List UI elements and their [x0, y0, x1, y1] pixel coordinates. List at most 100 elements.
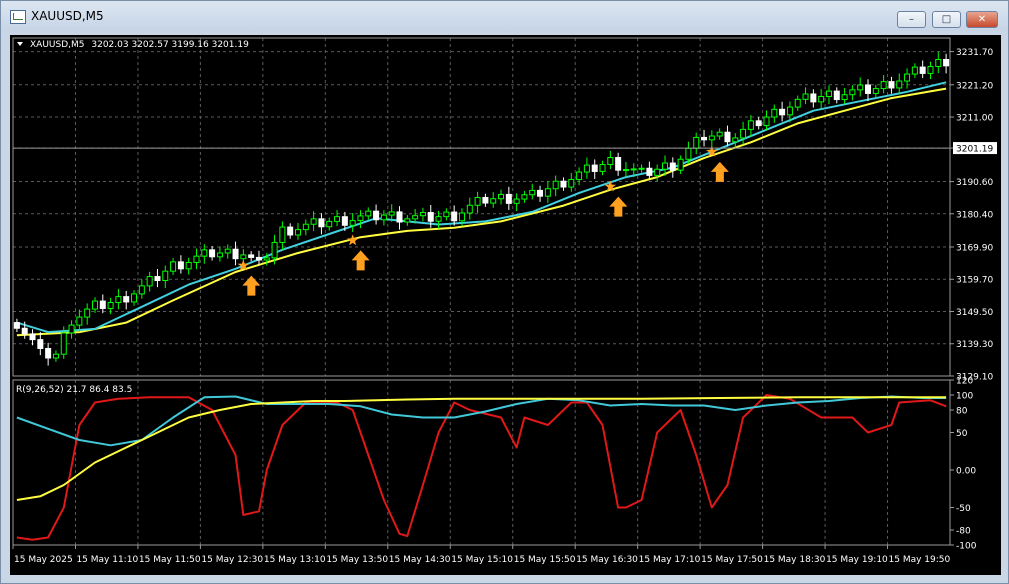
- candle: [162, 265, 169, 289]
- candle: [740, 121, 747, 145]
- candle-body: [833, 90, 840, 101]
- candle-body: [537, 189, 544, 197]
- candle-body: [779, 108, 786, 116]
- candle: [818, 88, 825, 109]
- candle-body: [841, 94, 848, 101]
- maximize-button[interactable]: □: [932, 11, 961, 28]
- candle-body: [513, 198, 520, 204]
- price-tick-label: 3221.20: [956, 81, 993, 91]
- candle-body: [599, 163, 606, 172]
- candle-body: [427, 212, 434, 222]
- candle-body: [552, 180, 559, 190]
- panel-frames: [12, 37, 951, 546]
- candle-body: [818, 95, 825, 103]
- candle-body: [60, 332, 67, 355]
- candle-body: [802, 93, 809, 100]
- candle: [177, 255, 184, 274]
- fast-ma-line: [16, 81, 947, 334]
- price-candles: [13, 51, 950, 366]
- candle: [529, 183, 536, 200]
- candle: [521, 190, 528, 203]
- candle-body: [755, 120, 762, 127]
- candle: [443, 208, 450, 221]
- candle: [716, 128, 723, 140]
- candle-body: [451, 211, 458, 222]
- candle: [857, 77, 864, 97]
- candle: [646, 161, 653, 181]
- indicator-tick-label: 120: [956, 377, 973, 387]
- candle: [669, 157, 676, 178]
- candle: [287, 223, 294, 239]
- time-tick-label: 15 May 13:10: [264, 555, 326, 565]
- symbol-dropdown-icon[interactable]: [17, 42, 23, 46]
- candle-body: [544, 188, 551, 197]
- candle-body: [482, 197, 489, 204]
- candle-body: [295, 229, 302, 236]
- candle: [232, 241, 239, 266]
- indicator-label: R(9,26,52) 21.7 86.4 83.5: [16, 385, 132, 395]
- candle: [99, 294, 106, 314]
- candle-body: [349, 220, 356, 226]
- candle-body: [911, 66, 918, 75]
- cyan-indicator-line: [16, 395, 947, 447]
- candle: [544, 181, 551, 203]
- window-title: XAUUSD,M5: [31, 9, 104, 23]
- candle-body: [146, 276, 153, 287]
- candle: [888, 76, 895, 94]
- candle-body: [271, 241, 278, 259]
- candle-body: [865, 84, 872, 94]
- candle: [708, 130, 715, 148]
- candle: [357, 210, 364, 229]
- candle: [638, 164, 645, 173]
- candle: [490, 192, 497, 208]
- candle-body: [685, 147, 692, 160]
- candle: [107, 297, 114, 315]
- candle: [576, 167, 583, 186]
- candle-body: [583, 164, 590, 173]
- candle-body: [630, 168, 637, 171]
- close-button[interactable]: ✕: [966, 11, 998, 28]
- time-tick-label: 15 May 13:50: [326, 555, 388, 565]
- time-tick-label: 15 May 11:10: [76, 555, 138, 565]
- candle-body: [131, 293, 138, 303]
- candle-body: [724, 131, 731, 143]
- candle-body: [84, 308, 91, 318]
- candle: [326, 217, 333, 231]
- indicator-tick-label: -80: [956, 527, 971, 537]
- candle-body: [568, 179, 575, 188]
- candle: [919, 60, 926, 79]
- title-bar[interactable]: XAUUSD,M5 – □ ✕: [1, 1, 1008, 31]
- candle: [880, 74, 887, 94]
- candle-body: [115, 296, 122, 304]
- candle: [537, 185, 544, 202]
- candle: [131, 290, 138, 306]
- candle-body: [404, 218, 411, 223]
- candle-body: [138, 285, 145, 295]
- candle-body: [287, 226, 294, 236]
- candle-body: [216, 252, 223, 258]
- indicator-panel-frame: [12, 379, 951, 546]
- up-arrow-icon: [710, 161, 729, 182]
- time-tick-label: 15 May 17:10: [639, 555, 701, 565]
- candle: [943, 53, 950, 74]
- price-tick-label: 3139.30: [956, 340, 993, 350]
- candle: [896, 73, 903, 95]
- chart-canvas[interactable]: 3231.70 3221.20 3211.00 3201.19 3190.60 3180.…: [10, 35, 1001, 575]
- candle: [84, 303, 91, 325]
- candle-body: [107, 302, 114, 309]
- candle: [802, 87, 809, 105]
- minimize-button[interactable]: –: [897, 11, 926, 28]
- candle-body: [52, 353, 59, 359]
- candle-body: [638, 167, 645, 170]
- chart-area[interactable]: 3231.70 3221.20 3211.00 3201.19 3190.60 3180.…: [10, 35, 1001, 575]
- candle-body: [576, 171, 583, 181]
- candle-body: [919, 66, 926, 74]
- candle-body: [99, 300, 106, 309]
- candle: [677, 155, 684, 174]
- candle-body: [37, 339, 44, 349]
- candle: [701, 129, 708, 147]
- candle-body: [279, 226, 286, 243]
- candle-body: [302, 223, 309, 231]
- candle: [747, 115, 754, 137]
- candle: [825, 85, 832, 105]
